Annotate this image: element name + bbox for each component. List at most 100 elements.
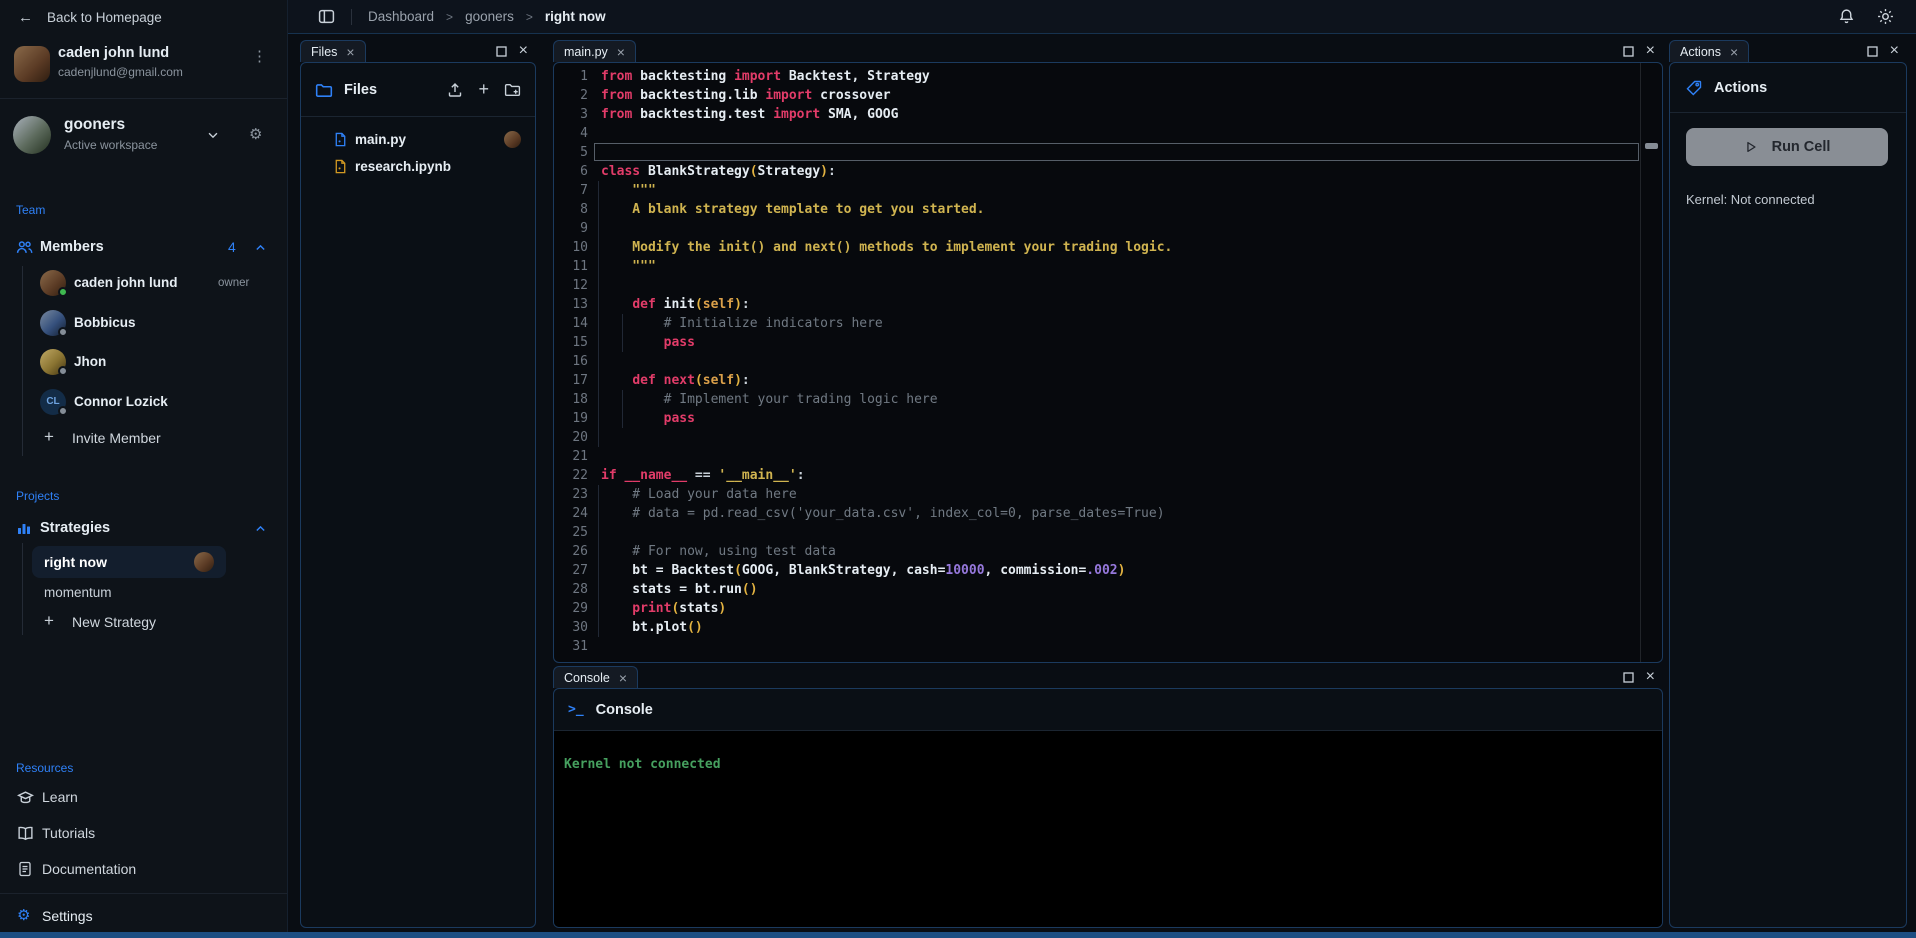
avatar <box>14 46 50 82</box>
code-line[interactable]: 25 <box>554 523 1662 542</box>
editor-tab-label: main.py <box>564 45 608 59</box>
code-line[interactable]: 2from backtesting.lib import crossover <box>554 86 1662 105</box>
kernel-status: Kernel: Not connected <box>1686 192 1888 207</box>
code-line[interactable]: 22if __name__ == '__main__': <box>554 466 1662 485</box>
upload-icon[interactable] <box>447 82 463 98</box>
strategy-item-active[interactable]: right now <box>32 546 226 578</box>
code-line[interactable]: 11 """ <box>554 257 1662 276</box>
resource-item-documentation[interactable]: Documentation <box>0 856 287 884</box>
code-line[interactable]: 21 <box>554 447 1662 466</box>
line-number: 25 <box>554 523 588 542</box>
editor-tab-mainpy[interactable]: main.py × <box>553 40 636 62</box>
code-line[interactable]: 4 <box>554 124 1662 143</box>
close-icon[interactable]: × <box>1646 43 1655 59</box>
files-header: Files + <box>301 63 535 117</box>
code-line[interactable]: 13 def init(self): <box>554 295 1662 314</box>
code-line[interactable]: 12 <box>554 276 1662 295</box>
scrollbar-thumb[interactable] <box>1645 143 1658 149</box>
code-line[interactable]: 16 <box>554 352 1662 371</box>
strategy-item[interactable]: momentum <box>44 585 112 600</box>
new-strategy-button[interactable]: + New Strategy <box>0 609 287 635</box>
code-line[interactable]: 26 # For now, using test data <box>554 542 1662 561</box>
file-row[interactable]: main.py <box>301 126 535 153</box>
chevron-down-icon[interactable] <box>206 128 220 142</box>
breadcrumb-item[interactable]: gooners <box>465 9 514 24</box>
code-line[interactable]: 10 Modify the init() and next() methods … <box>554 238 1662 257</box>
code-line[interactable]: 1from backtesting import Backtest, Strat… <box>554 67 1662 86</box>
indent-guide <box>598 599 599 618</box>
user-profile[interactable]: caden john lund cadenjlund@gmail.com ⋮ <box>0 44 287 88</box>
sidebar-toggle-icon[interactable] <box>318 8 335 25</box>
code-editor[interactable]: 1from backtesting import Backtest, Strat… <box>553 62 1663 663</box>
maximize-icon[interactable] <box>1623 46 1634 57</box>
close-icon[interactable]: × <box>619 671 627 685</box>
member-row[interactable]: CLConnor Lozick <box>0 388 287 418</box>
code-line[interactable]: 8 A blank strategy template to get you s… <box>554 200 1662 219</box>
code-line[interactable]: 23 # Load your data here <box>554 485 1662 504</box>
back-to-homepage-button[interactable]: ← Back to Homepage <box>0 0 287 34</box>
close-icon[interactable]: × <box>1890 43 1899 59</box>
line-number: 1 <box>554 67 588 86</box>
code-line[interactable]: 9 <box>554 219 1662 238</box>
indent-guide <box>622 390 623 409</box>
chevron-up-icon[interactable] <box>254 241 267 254</box>
resource-item-tutorials[interactable]: Tutorials <box>0 820 287 848</box>
line-number: 4 <box>554 124 588 143</box>
code-line[interactable]: 30 bt.plot() <box>554 618 1662 637</box>
workspace-gear-icon[interactable]: ⚙ <box>249 125 262 143</box>
chevron-up-icon[interactable] <box>254 522 267 535</box>
files-list: main.pyresearch.ipynb <box>301 117 535 180</box>
editor-scrollbar[interactable] <box>1640 63 1662 662</box>
maximize-icon[interactable] <box>1623 672 1634 683</box>
code-line[interactable]: 24 # data = pd.read_csv('your_data.csv',… <box>554 504 1662 523</box>
workspace-name: gooners <box>64 116 125 134</box>
indent-guide <box>622 333 623 352</box>
line-number: 10 <box>554 238 588 257</box>
breadcrumb-item[interactable]: right now <box>545 9 606 24</box>
file-row[interactable]: research.ipynb <box>301 153 535 180</box>
code-line[interactable]: 20 <box>554 428 1662 447</box>
code-line[interactable]: 15 pass <box>554 333 1662 352</box>
breadcrumb-item[interactable]: Dashboard <box>368 9 434 24</box>
new-file-plus-icon[interactable]: + <box>478 79 489 100</box>
resource-item-learn[interactable]: Learn <box>0 784 287 812</box>
new-folder-icon[interactable] <box>504 81 521 98</box>
bell-icon[interactable] <box>1838 8 1855 25</box>
code-line[interactable]: 29 print(stats) <box>554 599 1662 618</box>
run-cell-button[interactable]: Run Cell <box>1686 128 1888 166</box>
settings-button[interactable]: ⚙ Settings <box>0 903 287 931</box>
close-icon[interactable]: × <box>519 43 528 59</box>
code-line[interactable]: 6class BlankStrategy(Strategy): <box>554 162 1662 181</box>
members-header[interactable]: Members 4 <box>0 234 287 260</box>
close-icon[interactable]: × <box>346 45 354 59</box>
console-tab[interactable]: Console × <box>553 666 638 688</box>
member-row[interactable]: Jhon <box>0 348 287 378</box>
console-output[interactable]: Kernel not connected <box>554 731 1662 927</box>
close-icon[interactable]: × <box>617 45 625 59</box>
code-line[interactable]: 5 <box>554 143 1662 162</box>
workspace-switcher[interactable]: gooners Active workspace ⚙ <box>0 114 287 158</box>
strategies-header[interactable]: Strategies <box>0 515 287 541</box>
members-label: Members <box>40 239 104 255</box>
files-tab[interactable]: Files × <box>300 40 366 62</box>
code-line[interactable]: 19 pass <box>554 409 1662 428</box>
member-row[interactable]: Bobbicus <box>0 309 287 339</box>
invite-member-button[interactable]: + Invite Member <box>0 425 287 451</box>
code-line[interactable]: 17 def next(self): <box>554 371 1662 390</box>
code-line[interactable]: 31 <box>554 637 1662 656</box>
member-row[interactable]: caden john lundowner <box>0 269 287 299</box>
code-line[interactable]: 14 # Initialize indicators here <box>554 314 1662 333</box>
theme-sun-icon[interactable] <box>1877 8 1894 25</box>
kebab-menu-icon[interactable]: ⋮ <box>252 52 267 61</box>
code-line[interactable]: 7 """ <box>554 181 1662 200</box>
actions-tab[interactable]: Actions × <box>1669 40 1749 62</box>
maximize-icon[interactable] <box>1867 46 1878 57</box>
maximize-icon[interactable] <box>496 46 507 57</box>
code-line[interactable]: 28 stats = bt.run() <box>554 580 1662 599</box>
close-icon[interactable]: × <box>1646 669 1655 685</box>
code-line[interactable]: 18 # Implement your trading logic here <box>554 390 1662 409</box>
code-line[interactable]: 3from backtesting.test import SMA, GOOG <box>554 105 1662 124</box>
code-line[interactable]: 27 bt = Backtest(GOOG, BlankStrategy, ca… <box>554 561 1662 580</box>
close-icon[interactable]: × <box>1730 45 1738 59</box>
indent-guide <box>598 561 599 580</box>
